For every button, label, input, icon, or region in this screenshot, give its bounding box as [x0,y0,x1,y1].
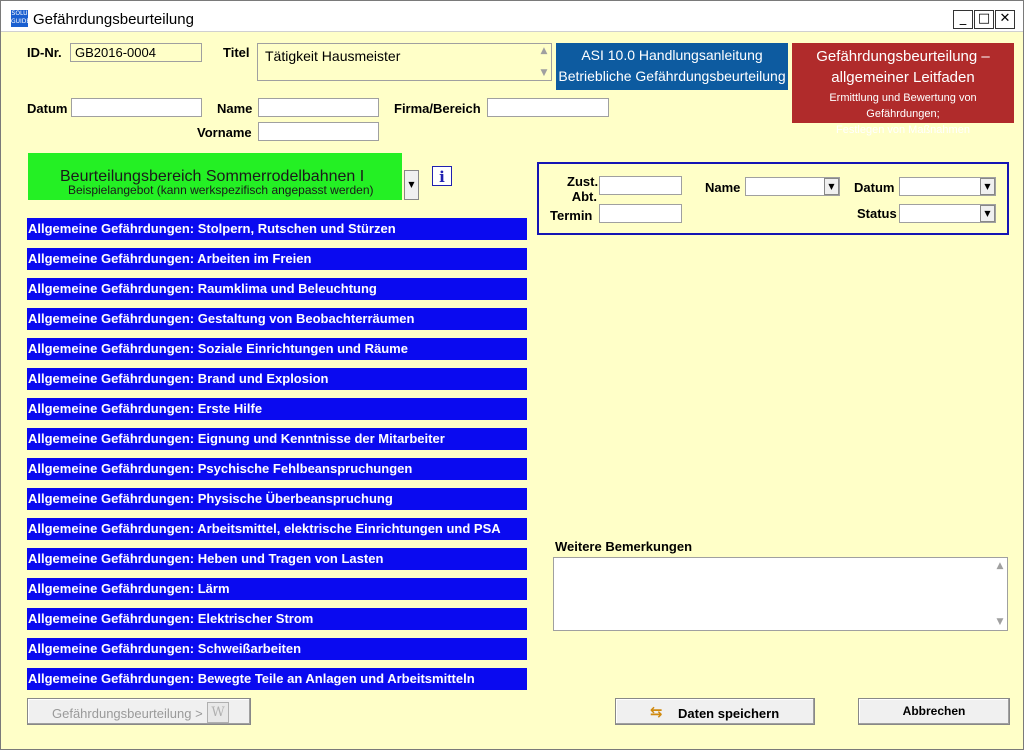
hazard-button-strom[interactable]: Allgemeine Gefährdungen: Elektrischer St… [27,608,527,630]
bereich-combo[interactable]: Beurteilungsbereich Sommerrodelbahnen I … [28,153,402,200]
assign-datum-dropdown-icon[interactable]: ▼ [980,178,995,195]
leitfaden-subtitle: Ermittlung und Bewertung von Gefährdunge… [792,90,1014,138]
assignment-panel: Zust. Abt. Termin Name ▼ Datum ▼ Status … [537,162,1009,235]
status-dropdown-icon[interactable]: ▼ [980,205,995,222]
zust-label: Zust. Abt. [567,174,599,204]
hazard-button-physische[interactable]: Allgemeine Gefährdungen: Physische Überb… [27,488,527,510]
export-label: Gefährdungsbeurteilung > [52,706,203,721]
info-icon[interactable]: i [432,166,452,186]
close-button[interactable]: ✕ [995,10,1015,29]
hazard-button-laerm[interactable]: Allgemeine Gefährdungen: Lärm [27,578,527,600]
bereich-subtext: Beispielangebot (kann werkspezifisch ang… [68,183,374,197]
hazard-button-stolpern[interactable]: Allgemeine Gefährdungen: Stolpern, Rutsc… [27,218,527,240]
save-arrows-icon: ⇆ [650,703,663,721]
remarks-label: Weitere Bemerkungen [555,539,693,554]
leitfaden-button[interactable]: Gefährdungsbeurteilung – allgemeiner Lei… [792,43,1014,136]
asi-line2: Betriebliche Gefährdungsbeurteilung [558,68,786,84]
remarks-field[interactable]: ▲ ▼ [553,557,1008,631]
save-label: Daten speichern [678,706,780,721]
scroll-up-icon[interactable]: ▲ [539,46,549,56]
hazard-button-heben[interactable]: Allgemeine Gefährdungen: Heben und Trage… [27,548,527,570]
firma-field[interactable] [487,98,609,117]
leitfaden-line2: allgemeiner Leitfaden [831,69,975,86]
app-window: SOLU GUIDE Gefährdungsbeurteilung _ □ ✕ I… [0,0,1024,750]
datum-field[interactable] [71,98,202,117]
firma-label: Firma/Bereich [394,101,481,116]
name-label: Name [217,101,253,116]
leitfaden-line1: Gefährdungsbeurteilung – [816,48,990,65]
termin-label: Termin [550,208,593,223]
zust-field[interactable] [599,176,682,195]
assign-datum-label: Datum [854,180,895,195]
title-bar: SOLU GUIDE Gefährdungsbeurteilung _ □ ✕ [1,1,1023,32]
leitfaden-sub2: Festlegen von Maßnahmen [836,124,970,136]
asi-line1: ASI 10.0 Handlungsanleitung [581,47,763,63]
hazard-button-eignung[interactable]: Allgemeine Gefährdungen: Eignung und Ken… [27,428,527,450]
cancel-button[interactable]: Abbrechen [858,698,1010,725]
hazard-button-raumklima[interactable]: Allgemeine Gefährdungen: Raumklima und B… [27,278,527,300]
hazard-button-psychische[interactable]: Allgemeine Gefährdungen: Psychische Fehl… [27,458,527,480]
hazard-button-arbeitsmittel[interactable]: Allgemeine Gefährdungen: Arbeitsmittel, … [27,518,527,540]
scroll-down-icon[interactable]: ▼ [539,68,549,78]
hazard-list: Allgemeine Gefährdungen: Stolpern, Rutsc… [27,218,527,698]
hazard-button-freien[interactable]: Allgemeine Gefährdungen: Arbeiten im Fre… [27,248,527,270]
assign-name-dropdown-icon[interactable]: ▼ [824,178,839,195]
minimize-button[interactable]: _ [953,10,973,29]
leitfaden-title: Gefährdungsbeurteilung – allgemeiner Lei… [792,46,1014,88]
titel-label: Titel [223,45,250,60]
bereich-dropdown-button[interactable]: ▼ [404,170,419,200]
assign-name-label: Name [705,180,741,195]
asi-handlungsanleitung-button[interactable]: ASI 10.0 Handlungsanleitung Betriebliche… [556,43,788,90]
window-title: Gefährdungsbeurteilung [33,11,194,28]
hazard-button-soziale-einrichtungen[interactable]: Allgemeine Gefährdungen: Soziale Einrich… [27,338,527,360]
hazard-button-schweissen[interactable]: Allgemeine Gefährdungen: Schweißarbeiten [27,638,527,660]
maximize-button[interactable]: □ [974,10,994,29]
hazard-button-beobachterraeume[interactable]: Allgemeine Gefährdungen: Gestaltung von … [27,308,527,330]
vorname-label: Vorname [197,125,252,140]
leitfaden-sub1: Ermittlung und Bewertung von Gefährdunge… [829,92,977,120]
id-field[interactable]: GB2016-0004 [70,43,202,62]
hazard-button-bewegte-teile[interactable]: Allgemeine Gefährdungen: Bewegte Teile a… [27,668,527,690]
save-button[interactable]: ⇆ Daten speichern [615,698,815,725]
name-field[interactable] [258,98,379,117]
app-icon: SOLU GUIDE [11,10,31,27]
hazard-button-erste-hilfe[interactable]: Allgemeine Gefährdungen: Erste Hilfe [27,398,527,420]
export-word-button[interactable]: Gefährdungsbeurteilung > W [27,698,251,725]
titel-field[interactable]: Tätigkeit Hausmeister ▲ ▼ [257,43,552,81]
id-label: ID-Nr. [27,45,62,60]
titel-value: Tätigkeit Hausmeister [265,48,401,64]
datum-label: Datum [27,101,68,116]
vorname-field[interactable] [258,122,379,141]
status-label: Status [857,206,897,221]
remarks-scroll-up-icon[interactable]: ▲ [995,561,1005,571]
remarks-scroll-down-icon[interactable]: ▼ [995,617,1005,627]
hazard-button-brand[interactable]: Allgemeine Gefährdungen: Brand und Explo… [27,368,527,390]
word-icon: W [207,702,229,723]
termin-field[interactable] [599,204,682,223]
